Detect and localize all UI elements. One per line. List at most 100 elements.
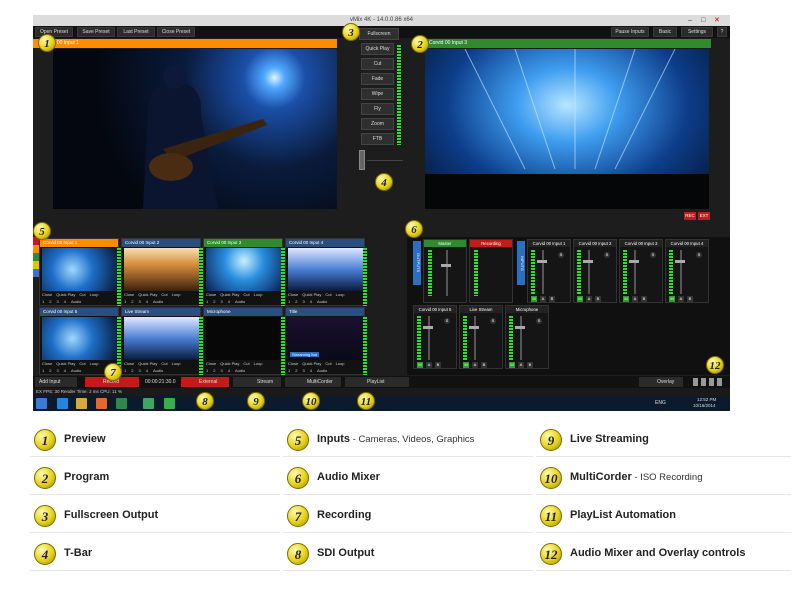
- external-button[interactable]: External: [181, 377, 229, 387]
- input-thumbnail[interactable]: [124, 317, 200, 360]
- mute-button[interactable]: M: [509, 362, 515, 368]
- wipe-button[interactable]: Wipe: [361, 88, 394, 100]
- input-tile-overlay-buttons[interactable]: 1 2 3 4 Audio: [288, 299, 364, 306]
- tile-overlay-button[interactable]: Audio: [153, 368, 163, 373]
- solo-button[interactable]: S: [490, 318, 496, 324]
- tile-control-button[interactable]: Quick Play: [138, 292, 157, 297]
- tile-overlay-button[interactable]: Audio: [235, 299, 245, 304]
- tile-overlay-button[interactable]: 3: [56, 299, 58, 304]
- solo-button[interactable]: S: [536, 318, 542, 324]
- bus-b-button[interactable]: B: [481, 362, 487, 368]
- bus-b-button[interactable]: B: [527, 362, 533, 368]
- tile-overlay-button[interactable]: 1: [42, 368, 44, 373]
- tile-overlay-button[interactable]: 4: [310, 368, 312, 373]
- bus-a-button[interactable]: A: [632, 296, 638, 302]
- tile-overlay-button[interactable]: 1: [288, 368, 290, 373]
- bus-a-button[interactable]: A: [540, 296, 546, 302]
- input-tile-controls[interactable]: Close Quick Play Cut Loop: [42, 292, 118, 299]
- solo-button[interactable]: S: [650, 252, 656, 258]
- tile-overlay-button[interactable]: 2: [295, 299, 297, 304]
- save-preset-button[interactable]: Save Preset: [77, 27, 115, 37]
- tile-control-button[interactable]: Cut: [161, 292, 167, 297]
- tile-overlay-button[interactable]: 2: [131, 368, 133, 373]
- close-icon[interactable]: ✕: [714, 15, 720, 26]
- tile-control-button[interactable]: Loop: [90, 292, 99, 297]
- bus-b-button[interactable]: B: [641, 296, 647, 302]
- tile-control-button[interactable]: Quick Play: [220, 361, 239, 366]
- channel-fader-knob[interactable]: [629, 260, 639, 263]
- tile-control-button[interactable]: Loop: [336, 292, 345, 297]
- input-tile-controls[interactable]: Close Quick Play Cut Loop: [206, 361, 282, 368]
- tile-control-button[interactable]: Close: [288, 361, 298, 366]
- tile-control-button[interactable]: Cut: [161, 361, 167, 366]
- stream-button[interactable]: Stream: [233, 377, 281, 387]
- input-tile-controls[interactable]: Close Quick Play Cut Loop: [288, 292, 364, 299]
- mute-button[interactable]: M: [463, 362, 469, 368]
- channel-fader-knob[interactable]: [583, 260, 593, 263]
- tile-overlay-button[interactable]: Audio: [71, 299, 81, 304]
- overlay-grid-icon[interactable]: [693, 378, 723, 386]
- program-video[interactable]: [425, 49, 709, 209]
- input-tile[interactable]: Microphone Close Quick Play Cut Loop 1 2 3 4 Au…: [203, 307, 285, 375]
- bus-b-button[interactable]: B: [687, 296, 693, 302]
- tile-overlay-button[interactable]: 3: [138, 368, 140, 373]
- tile-control-button[interactable]: Close: [206, 361, 216, 366]
- tile-overlay-button[interactable]: 1: [124, 299, 126, 304]
- close-preset-button[interactable]: Close Preset: [157, 27, 195, 37]
- solo-button[interactable]: S: [696, 252, 702, 258]
- input-tile[interactable]: Live Stream Close Quick Play Cut Loop 123 4A…: [121, 307, 203, 375]
- tile-overlay-button[interactable]: 4: [228, 368, 230, 373]
- add-input-button[interactable]: Add Input: [35, 377, 77, 387]
- tile-control-button[interactable]: Cut: [79, 361, 85, 366]
- start-icon[interactable]: [36, 398, 47, 409]
- tile-control-button[interactable]: Quick Play: [56, 361, 75, 366]
- tile-control-button[interactable]: Close: [124, 361, 134, 366]
- tile-overlay-button[interactable]: 3: [302, 368, 304, 373]
- tile-overlay-button[interactable]: 2: [49, 299, 51, 304]
- quick-play-button[interactable]: Quick Play: [361, 43, 394, 55]
- tile-control-button[interactable]: Loop: [172, 292, 181, 297]
- minimize-icon[interactable]: –: [688, 15, 692, 26]
- internet-explorer-icon[interactable]: [57, 398, 68, 409]
- input-thumbnail[interactable]: [206, 248, 282, 291]
- tile-overlay-button[interactable]: 4: [228, 299, 230, 304]
- fullscreen-dropdown[interactable]: Fullscreen: [359, 28, 399, 40]
- solo-button[interactable]: S: [558, 252, 564, 258]
- mute-button[interactable]: M: [669, 296, 675, 302]
- tile-overlay-button[interactable]: 4: [146, 368, 148, 373]
- input-thumbnail[interactable]: [206, 317, 282, 360]
- pause-inputs-button[interactable]: Pause Inputs: [611, 27, 649, 37]
- media-player-icon[interactable]: [96, 398, 107, 409]
- tile-control-button[interactable]: Loop: [254, 292, 263, 297]
- tile-overlay-button[interactable]: 4: [146, 299, 148, 304]
- file-explorer-icon[interactable]: [76, 398, 87, 409]
- input-tile-controls[interactable]: Close Quick Play Cut Loop: [124, 292, 200, 299]
- zoom-button[interactable]: Zoom: [361, 118, 394, 130]
- bus-b-button[interactable]: B: [595, 296, 601, 302]
- app-taskbar-icon[interactable]: [143, 398, 154, 409]
- bus-b-button[interactable]: B: [435, 362, 441, 368]
- tile-overlay-button[interactable]: 4: [310, 299, 312, 304]
- tile-control-button[interactable]: Cut: [243, 361, 249, 366]
- tile-overlay-button[interactable]: Audio: [317, 368, 327, 373]
- input-thumbnail[interactable]: [42, 248, 118, 291]
- tile-control-button[interactable]: Close: [206, 292, 216, 297]
- multicorder-button[interactable]: MultiCorder: [285, 377, 341, 387]
- input-tile-overlay-buttons[interactable]: 1 2 3 4 Audio: [42, 299, 118, 306]
- tile-control-button[interactable]: Close: [42, 361, 52, 366]
- input-tile-overlay-buttons[interactable]: 1 2 3 4 Audio: [206, 299, 282, 306]
- tile-overlay-button[interactable]: Audio: [235, 368, 245, 373]
- input-tile-overlay-buttons[interactable]: 1 2 3 4 Audio: [206, 368, 282, 375]
- help-button[interactable]: ?: [717, 27, 727, 37]
- input-tile-overlay-buttons[interactable]: 1 2 3 4 Audio: [124, 368, 200, 375]
- input-thumbnail[interactable]: [42, 317, 118, 360]
- tile-overlay-button[interactable]: 1: [288, 299, 290, 304]
- tile-control-button[interactable]: Quick Play: [302, 292, 321, 297]
- bus-a-button[interactable]: A: [678, 296, 684, 302]
- tile-overlay-button[interactable]: 3: [220, 299, 222, 304]
- tile-overlay-button[interactable]: 1: [42, 299, 44, 304]
- tile-overlay-button[interactable]: 2: [213, 299, 215, 304]
- last-preset-button[interactable]: Last Preset: [117, 27, 155, 37]
- tile-control-button[interactable]: Close: [42, 292, 52, 297]
- tile-overlay-button[interactable]: Audio: [153, 299, 163, 304]
